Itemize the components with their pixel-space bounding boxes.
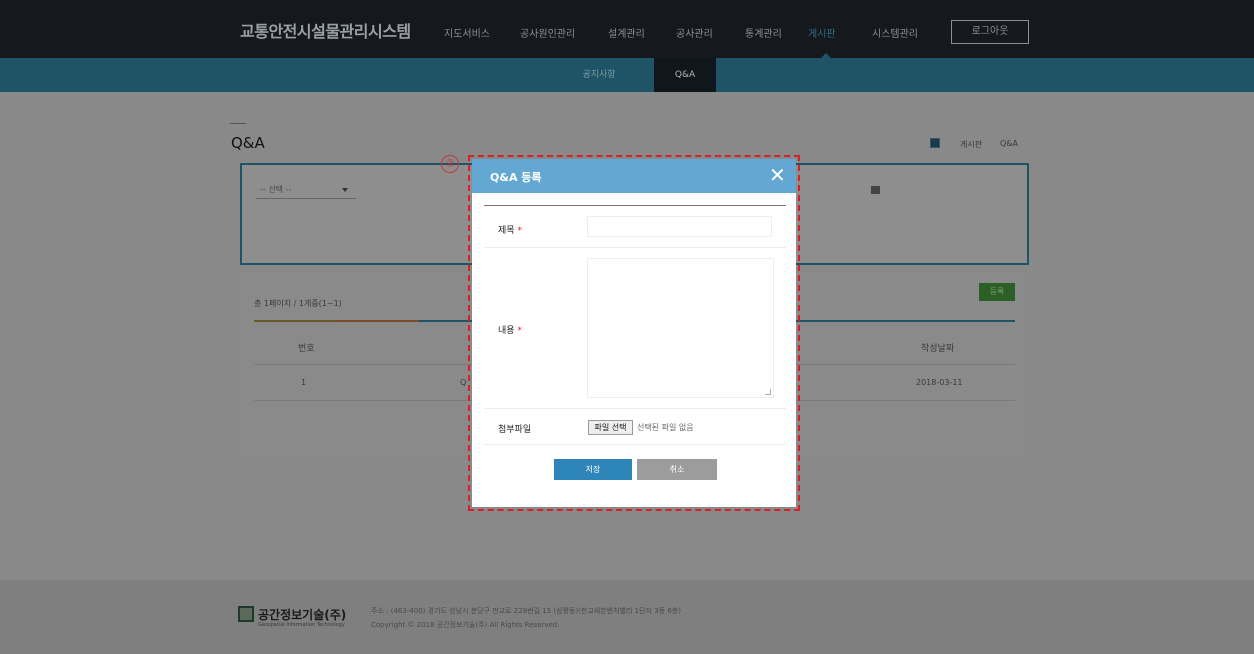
subject-label: 제목 * bbox=[498, 223, 522, 236]
breadcrumb-board[interactable]: 게시판 bbox=[960, 139, 982, 150]
dialog-header: Q&A 등록 ✕ bbox=[472, 159, 796, 193]
qna-register-dialog: Q&A 등록 ✕ 제목 * 내용 * 첨부파일 파일 선택 선택된 파일 없음 … bbox=[472, 159, 796, 507]
title-accent-line bbox=[230, 123, 246, 124]
company-name: 공간정보기술(주) bbox=[258, 608, 347, 622]
subnav-qna[interactable]: Q&A bbox=[654, 58, 716, 92]
subnav-notice[interactable]: 공지사항 bbox=[566, 58, 632, 92]
content-label-text: 내용 bbox=[498, 326, 515, 336]
nav-system[interactable]: 시스템관리 bbox=[872, 25, 918, 40]
step-number-badge: ② bbox=[441, 155, 459, 173]
home-icon[interactable] bbox=[930, 138, 940, 148]
company-subtitle: Geospatial Information Technology bbox=[258, 622, 345, 628]
cancel-button[interactable]: 취소 bbox=[637, 459, 717, 480]
footer bbox=[0, 580, 1254, 654]
field-divider bbox=[484, 247, 786, 248]
footer-copyright: Copyright © 2018 공간정보기술(주) All Rights Re… bbox=[371, 621, 560, 629]
footer-address: 주소 : (463-400) 경기도 성남시 분당구 판교로 228번길 15 … bbox=[371, 607, 681, 615]
border-accent-2 bbox=[334, 320, 419, 322]
subject-label-text: 제목 bbox=[498, 226, 515, 236]
chevron-down-icon bbox=[342, 188, 348, 192]
breadcrumb-qna[interactable]: Q&A bbox=[1000, 139, 1018, 148]
page-title: Q&A bbox=[231, 134, 265, 152]
attachment-label: 첨부파일 bbox=[498, 425, 532, 435]
required-mark: * bbox=[517, 226, 522, 236]
calendar-icon[interactable] bbox=[871, 186, 880, 194]
close-icon[interactable]: ✕ bbox=[769, 164, 786, 186]
brand-title[interactable]: 교통안전시설물관리시스템 bbox=[240, 18, 411, 42]
border-accent-1 bbox=[254, 320, 334, 322]
subject-input[interactable] bbox=[587, 216, 772, 237]
register-button[interactable]: 등록 bbox=[979, 283, 1015, 301]
file-select-button[interactable]: 파일 선택 bbox=[588, 420, 633, 435]
dialog-title: Q&A 등록 bbox=[490, 171, 542, 184]
top-nav-bar: 교통안전시설물관리시스템 지도서비스 공사원인관리 설계관리 공사관리 통계관리… bbox=[0, 0, 1254, 58]
nav-design[interactable]: 설계관리 bbox=[608, 25, 645, 40]
content-textarea[interactable] bbox=[587, 258, 774, 398]
resize-handle-icon[interactable] bbox=[765, 389, 771, 395]
field-divider bbox=[484, 408, 786, 409]
search-category-select[interactable]: -- 선택 -- bbox=[256, 181, 356, 199]
nav-construction-cause[interactable]: 공사원인관리 bbox=[520, 25, 575, 40]
field-divider bbox=[484, 444, 786, 445]
column-header-number[interactable]: 번호 bbox=[298, 341, 315, 354]
nav-construction[interactable]: 공사관리 bbox=[676, 25, 713, 40]
content-label: 내용 * bbox=[498, 323, 522, 336]
nav-board[interactable]: 게시판 bbox=[808, 25, 836, 40]
row-number: 1 bbox=[301, 378, 307, 387]
nav-map-service[interactable]: 지도서비스 bbox=[444, 25, 490, 40]
row-date: 2018-03-11 bbox=[916, 378, 963, 387]
column-header-date[interactable]: 작성날짜 bbox=[921, 341, 954, 354]
dialog-top-rule bbox=[484, 205, 786, 206]
sub-nav-bar: 공지사항 Q&A bbox=[0, 58, 1254, 92]
select-label: -- 선택 -- bbox=[260, 185, 292, 194]
page-count-text: 총 1페이지 / 1게중(1~1) bbox=[254, 299, 342, 308]
file-status-text: 선택된 파일 없음 bbox=[637, 423, 694, 432]
row-title[interactable]: Q bbox=[460, 378, 466, 387]
required-mark: * bbox=[517, 326, 522, 336]
company-logo-icon bbox=[238, 606, 254, 622]
nav-statistics[interactable]: 통계관리 bbox=[745, 25, 782, 40]
logout-button[interactable]: 로그아웃 bbox=[951, 20, 1029, 44]
save-button[interactable]: 저장 bbox=[554, 459, 632, 480]
